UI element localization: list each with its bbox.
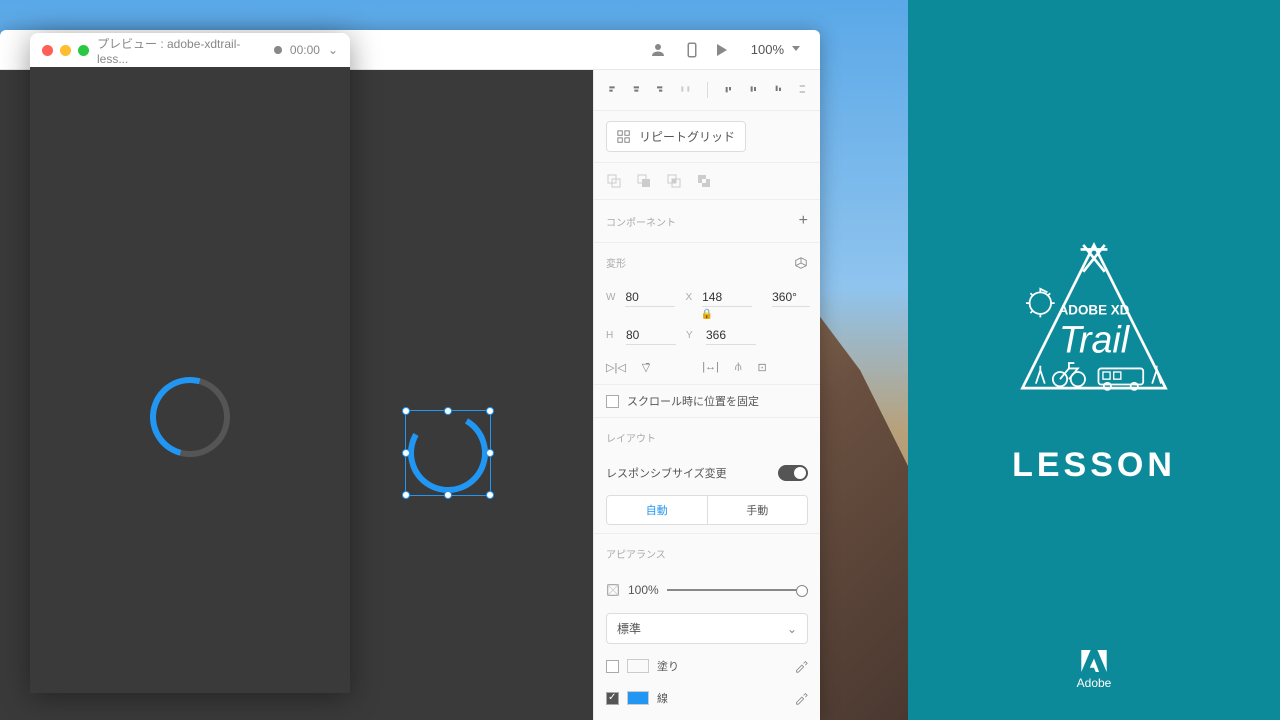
fill-swatch[interactable] (627, 659, 649, 673)
opacity-icon (606, 583, 620, 597)
selected-circle-object[interactable] (405, 410, 491, 496)
constraint-all-icon[interactable]: ⊡ (758, 361, 767, 374)
component-section-label: コンポーネント (606, 214, 676, 229)
window-traffic-lights[interactable] (42, 45, 89, 56)
constraint-h-icon[interactable]: |↔| (702, 361, 719, 374)
progress-spinner (150, 377, 230, 457)
constraint-v-icon[interactable]: ⫛ (735, 361, 742, 374)
distribute-h-icon[interactable] (680, 82, 691, 96)
responsive-toggle[interactable] (778, 465, 808, 481)
lesson-heading: LESSON (1012, 446, 1176, 485)
preview-dropdown-icon[interactable]: ⌄ (328, 43, 338, 57)
fill-checkbox[interactable] (606, 660, 619, 673)
align-middle-icon[interactable] (748, 82, 759, 96)
svg-text:ADOBE XD: ADOBE XD (1059, 302, 1130, 317)
stroke-checkbox[interactable] (606, 692, 619, 705)
stroke-swatch[interactable] (627, 691, 649, 705)
height-label: H (606, 330, 616, 341)
zoom-dropdown[interactable]: 100% (743, 38, 804, 61)
responsive-label: レスポンシブサイズ変更 (606, 465, 727, 481)
boolean-subtract-icon[interactable] (636, 173, 652, 189)
height-input[interactable] (626, 326, 676, 345)
fill-eyedropper-icon[interactable] (794, 659, 808, 673)
repeat-grid-label: リピートグリッド (639, 128, 735, 145)
add-component-button[interactable]: + (799, 212, 808, 230)
width-label: W (606, 292, 615, 303)
record-icon[interactable] (274, 46, 281, 54)
play-icon[interactable] (717, 44, 727, 56)
boolean-exclude-icon[interactable] (696, 173, 712, 189)
x-input[interactable] (702, 288, 752, 307)
properties-panel: リピートグリッド コンポーネント + 変形 W X 🔒 H Y (593, 70, 820, 720)
preview-time: 00:00 (290, 43, 320, 57)
y-label: Y (686, 330, 696, 341)
manual-segment-button[interactable]: 手動 (708, 496, 808, 524)
preview-title: プレビュー : adobe-xdtrail-less... (97, 35, 260, 66)
width-input[interactable] (625, 288, 675, 307)
flip-h-icon[interactable]: ▷|◁ (606, 361, 626, 374)
align-top-icon[interactable] (723, 82, 734, 96)
y-input[interactable] (706, 326, 756, 345)
appearance-section-label: アピアランス (606, 546, 666, 561)
adobe-a-icon (1081, 650, 1107, 672)
layout-mode-segment: 自動 手動 (606, 495, 808, 525)
align-right-icon[interactable] (655, 82, 666, 96)
preview-window: プレビュー : adobe-xdtrail-less... 00:00 ⌄ (30, 33, 350, 693)
device-icon[interactable] (683, 41, 701, 59)
3d-icon[interactable] (794, 256, 808, 270)
auto-segment-button[interactable]: 自動 (607, 496, 708, 524)
align-left-icon[interactable] (606, 82, 617, 96)
grid-icon (617, 130, 631, 144)
blend-mode-select[interactable]: 標準⌄ (606, 613, 808, 644)
rotation-input[interactable] (772, 288, 810, 307)
stroke-eyedropper-icon[interactable] (794, 691, 808, 705)
transform-section-label: 変形 (606, 255, 626, 270)
adobe-logo: Adobe (1077, 650, 1112, 690)
stroke-label: 線 (657, 690, 668, 706)
fix-scroll-checkbox[interactable] (606, 395, 619, 408)
opacity-slider[interactable] (667, 589, 808, 591)
boolean-add-icon[interactable] (606, 173, 622, 189)
repeat-grid-button[interactable]: リピートグリッド (606, 121, 746, 152)
fill-label: 塗り (657, 658, 679, 674)
preview-titlebar[interactable]: プレビュー : adobe-xdtrail-less... 00:00 ⌄ (30, 33, 350, 67)
user-icon[interactable] (649, 41, 667, 59)
flip-v-icon[interactable]: ▽̄ (642, 361, 650, 374)
opacity-value[interactable]: 100% (628, 583, 659, 597)
adobe-xd-trail-logo: ADOBE XD Trail (1004, 236, 1184, 406)
layout-section-label: レイアウト (606, 430, 656, 445)
brand-panel: ADOBE XD Trail LESSON Adobe (908, 0, 1280, 720)
align-center-h-icon[interactable] (631, 82, 642, 96)
lock-icon[interactable]: 🔒 (594, 309, 820, 320)
align-bottom-icon[interactable] (773, 82, 784, 96)
boolean-intersect-icon[interactable] (666, 173, 682, 189)
svg-text:Trail: Trail (1059, 318, 1131, 360)
preview-canvas (30, 67, 350, 693)
fix-scroll-label: スクロール時に位置を固定 (627, 393, 759, 409)
distribute-v-icon[interactable] (797, 82, 808, 96)
x-label: X (685, 292, 692, 303)
